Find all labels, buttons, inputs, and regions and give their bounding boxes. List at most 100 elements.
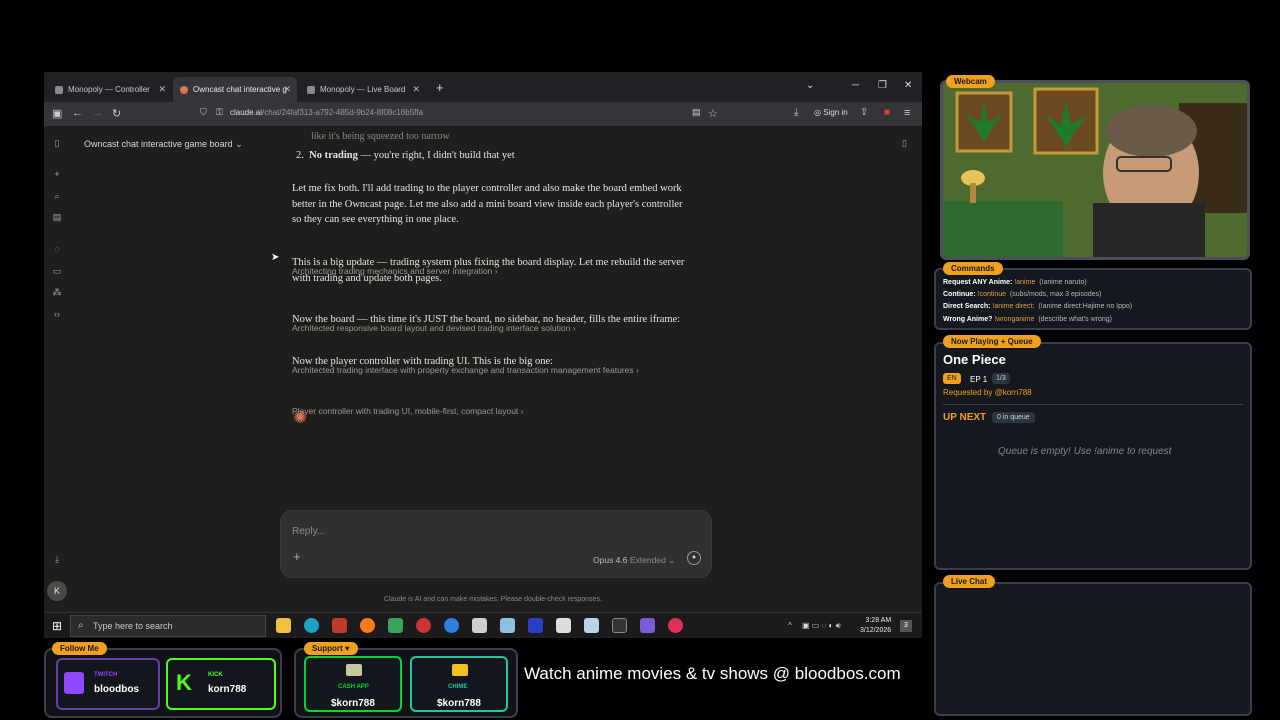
- thinking-label: Player controller with trading UI, mobil…: [292, 406, 519, 416]
- file-explorer-icon[interactable]: [276, 618, 291, 633]
- artifacts-icon[interactable]: ⁂: [52, 287, 62, 297]
- extensions-icon[interactable]: ⇪: [860, 107, 868, 118]
- terminal-icon[interactable]: [612, 618, 627, 633]
- taskbar-search-input[interactable]: ⌕ Type here to search: [70, 615, 266, 637]
- kick-platform: KICK: [208, 672, 223, 678]
- support-label: Support ♥: [304, 642, 358, 655]
- avatar[interactable]: K: [47, 581, 67, 601]
- voice-mode-button[interactable]: ●: [687, 551, 701, 565]
- close-icon[interactable]: ✕: [283, 84, 291, 95]
- new-tab-button[interactable]: +: [436, 80, 444, 95]
- close-icon[interactable]: ✕: [412, 84, 420, 95]
- chevron-down-icon: ⌄: [235, 139, 243, 149]
- back-icon[interactable]: ←: [72, 107, 83, 119]
- conversation-title-text: Owncast chat interactive game board: [84, 139, 233, 149]
- app-icon[interactable]: [500, 618, 515, 633]
- new-chat-icon[interactable]: +: [52, 169, 62, 179]
- edge-icon[interactable]: [304, 618, 319, 633]
- sign-in-button[interactable]: ◎ Sign in: [814, 108, 848, 117]
- download-icon[interactable]: ⤓: [794, 107, 798, 118]
- address-bar: ▣ ← → ↻ ⛉ ⚿ claude.ai/chat/24faf313-a792…: [44, 102, 922, 126]
- cashapp-card[interactable]: CASH APP $korn788: [304, 656, 402, 712]
- thinking-summary[interactable]: Player controller with trading UI, mobil…: [292, 406, 524, 416]
- list-item-bold: No trading: [309, 150, 358, 161]
- chime-card[interactable]: CHIME $korn788: [410, 656, 508, 712]
- page-icon: [307, 85, 315, 94]
- minimize-icon[interactable]: ─: [852, 80, 859, 91]
- app-icon[interactable]: [640, 618, 655, 633]
- commands-label: Commands: [943, 262, 1003, 275]
- conversation-title[interactable]: Owncast chat interactive game board ⌄: [84, 139, 243, 150]
- app-icon[interactable]: [528, 618, 543, 633]
- command-row: Request ANY Anime: !anime (!anime naruto…: [943, 279, 1087, 286]
- tab-search-icon[interactable]: ⌄: [806, 80, 814, 91]
- tab-label: Monopoly — Controller: [68, 85, 150, 94]
- app-icon[interactable]: [556, 618, 571, 633]
- sidebar-panel-icon[interactable]: ▯: [52, 138, 62, 148]
- projects-icon[interactable]: ▤: [52, 212, 62, 222]
- tab-monopoly-controller[interactable]: Monopoly — Controller ✕: [48, 77, 172, 102]
- reader-icon[interactable]: ▤: [692, 107, 701, 118]
- webcam-image: [943, 83, 1247, 257]
- app-icon[interactable]: [388, 618, 403, 633]
- lock-icon[interactable]: ⚿: [216, 107, 223, 118]
- extension-badge-icon[interactable]: ■: [884, 107, 890, 118]
- forward-icon[interactable]: →: [92, 107, 103, 119]
- list-item-text: — you're right, I didn't build that yet: [357, 150, 515, 161]
- queue-count-badge: 0 in queue: [992, 412, 1035, 423]
- twitch-card[interactable]: TWITCH bloodbos: [56, 658, 160, 710]
- cash-icon: [346, 664, 362, 676]
- screen: Monopoly — Controller ✕ Owncast chat int…: [0, 0, 1280, 720]
- now-playing-label: Now Playing + Queue: [943, 335, 1041, 348]
- sidebar-toggle-icon[interactable]: ▣: [52, 107, 62, 120]
- kick-name: korn788: [208, 684, 247, 695]
- tray-icons[interactable]: ▣ ▭ ◌ ◐ 🔊︎: [802, 621, 841, 631]
- model-selector[interactable]: Opus 4.6 Extended ⌄: [593, 555, 675, 566]
- firefox-icon[interactable]: [360, 618, 375, 633]
- app-icon[interactable]: [668, 618, 683, 633]
- obs-icon[interactable]: [416, 618, 431, 633]
- system-clock[interactable]: 3:28 AM 3/12/2026: [860, 616, 891, 636]
- code-icon[interactable]: ‹›: [52, 309, 62, 319]
- add-attachment-icon[interactable]: +: [293, 549, 301, 564]
- restore-icon[interactable]: ❐: [878, 80, 887, 91]
- cashapp-name: $korn788: [331, 698, 375, 709]
- command-text: !anime: [1014, 279, 1036, 286]
- disclaimer: Claude is AI and can make mistakes. Plea…: [384, 596, 602, 603]
- archive-icon[interactable]: ▭: [52, 266, 62, 276]
- download-app-icon[interactable]: ⤓: [52, 554, 62, 564]
- webcam-feed: [940, 80, 1250, 260]
- command-desc: (subs/mods, max 3 episodes): [1009, 291, 1102, 298]
- menu-icon[interactable]: ≡: [904, 107, 910, 119]
- kick-card[interactable]: K KICK korn788: [166, 658, 276, 710]
- tab-monopoly-live-board[interactable]: Monopoly — Live Board ✕: [300, 77, 426, 102]
- message-composer[interactable]: Reply... + Opus 4.6 Extended ⌄ ●: [280, 510, 712, 578]
- app-icon[interactable]: [332, 618, 347, 633]
- reload-icon[interactable]: ↻: [112, 107, 121, 120]
- reply-input[interactable]: Reply...: [292, 526, 325, 537]
- assistant-message: Now the player controller with trading U…: [292, 356, 554, 367]
- model-mode: Extended: [629, 555, 666, 565]
- app-icon[interactable]: [584, 618, 599, 633]
- sign-in-label: Sign in: [823, 108, 848, 117]
- url-path: /chat/24faf313-a792-485d-9b24-8f08c16b5f…: [262, 108, 423, 117]
- close-window-icon[interactable]: ✕: [904, 80, 912, 91]
- app-icon[interactable]: [472, 618, 487, 633]
- chats-icon[interactable]: ◌: [52, 244, 62, 254]
- document-panel-icon[interactable]: ▯: [902, 138, 907, 149]
- notification-badge[interactable]: 3: [900, 620, 912, 632]
- card-icon: [452, 664, 468, 676]
- search-icon[interactable]: ⌕: [52, 191, 62, 201]
- page-icon: [55, 85, 63, 94]
- windows-start-icon[interactable]: ⊞: [52, 619, 62, 633]
- url-field[interactable]: claude.ai/chat/24faf313-a792-485d-9b24-8…: [230, 108, 423, 117]
- bookmark-star-icon[interactable]: ☆: [708, 107, 718, 120]
- app-icon[interactable]: [444, 618, 459, 633]
- close-icon[interactable]: ✕: [158, 84, 166, 95]
- shield-icon[interactable]: ⛉: [200, 107, 207, 118]
- command-text: !anime direct:: [992, 303, 1035, 310]
- heart-icon: ♥: [344, 644, 350, 653]
- tray-chevron-icon[interactable]: ^: [788, 621, 792, 630]
- tab-owncast-chat[interactable]: Owncast chat interactive game ✕: [173, 77, 297, 102]
- tab-bar: Monopoly — Controller ✕ Owncast chat int…: [44, 72, 922, 102]
